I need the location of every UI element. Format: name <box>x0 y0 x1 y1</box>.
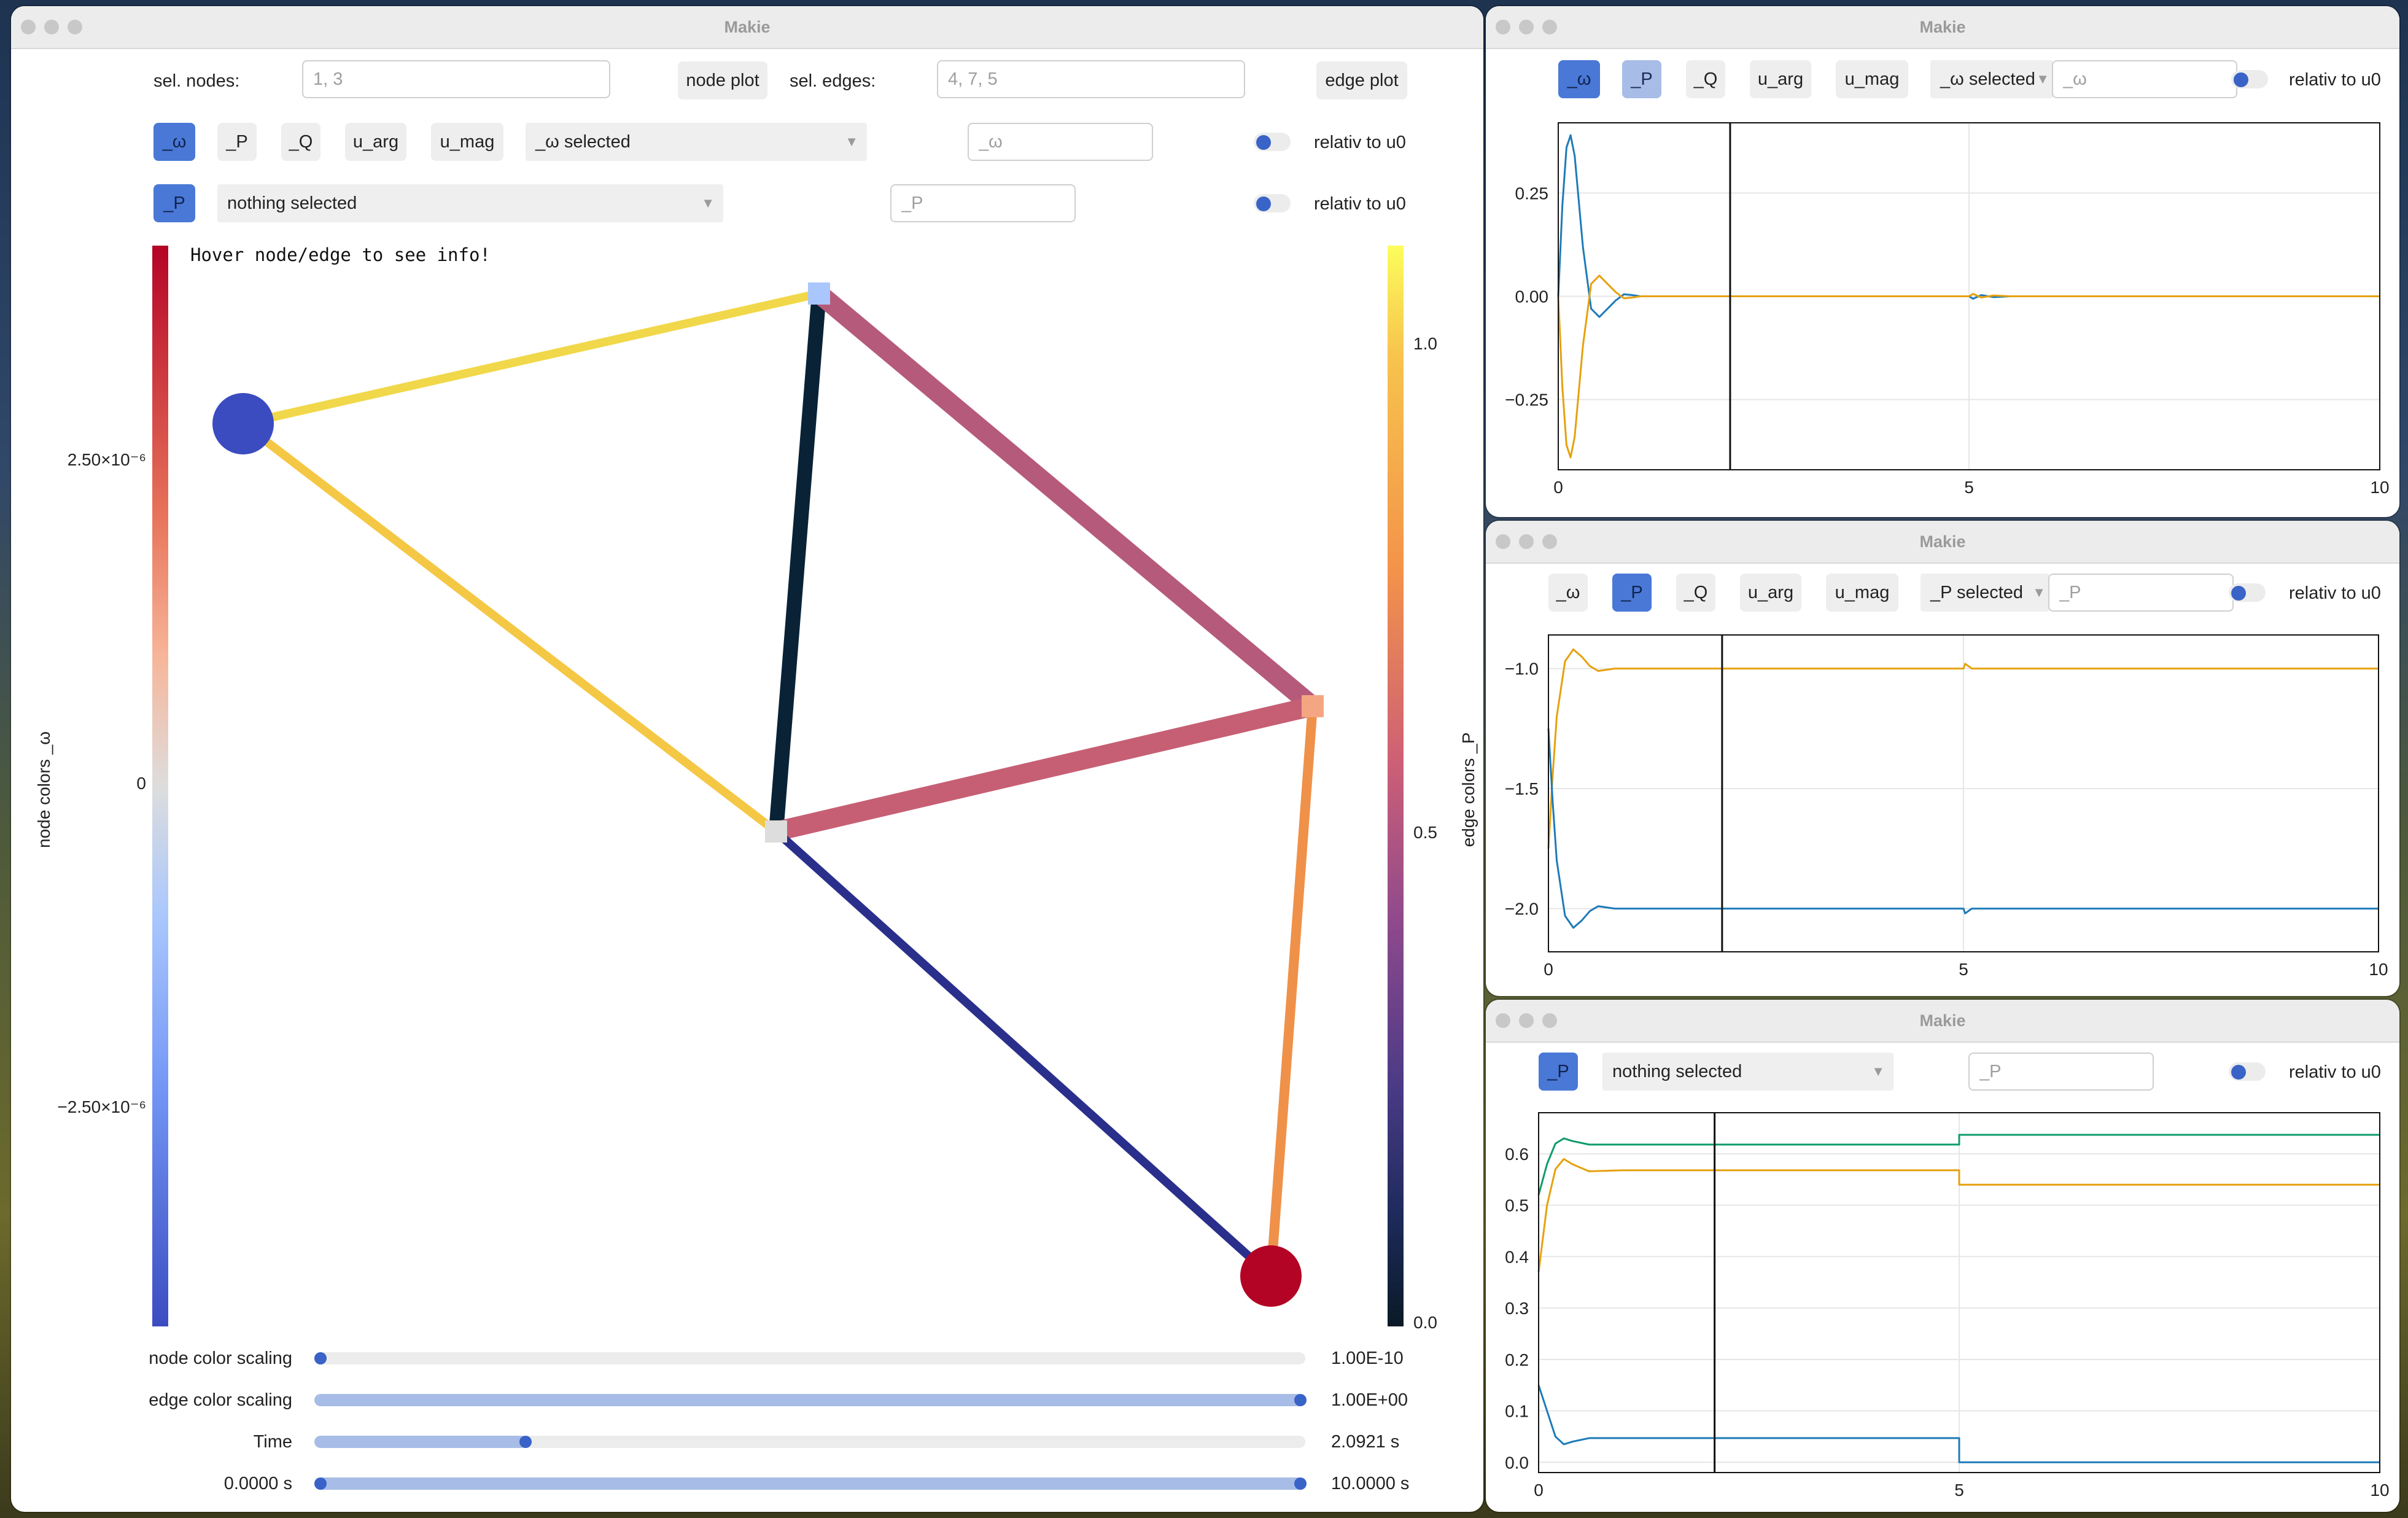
graph-node[interactable] <box>808 282 830 305</box>
slider-handle[interactable] <box>519 1436 532 1448</box>
network-graph[interactable] <box>11 6 1483 1512</box>
graph-edge[interactable] <box>242 289 820 428</box>
slider-fill <box>314 1436 527 1448</box>
time-range-start: 0.0000 s <box>223 1474 292 1493</box>
slider-handle[interactable] <box>1294 1394 1307 1406</box>
main-window: Makie sel. nodes: node plot sel. edges: … <box>11 6 1483 1512</box>
graph-node[interactable] <box>212 393 274 454</box>
x-tick-label: 5 <box>1964 478 1974 497</box>
edge-time-plot[interactable]: 0.0 0.1 0.2 0.3 0.4 0.5 0.6 0 5 10 <box>1486 1000 2399 1512</box>
graph-edge[interactable] <box>773 828 1274 1280</box>
time-range-end: 10.0000 s <box>1331 1474 1410 1493</box>
y-tick-label: 0.25 <box>1515 184 1549 203</box>
y-tick-label: 0.2 <box>1505 1350 1529 1369</box>
omega-plot-window: Makie _ω _P _Q u_arg u_mag _ω selected ▼… <box>1486 6 2399 517</box>
y-tick-label: 0.5 <box>1505 1196 1529 1215</box>
slider-fill <box>314 1394 1305 1406</box>
graph-edge[interactable] <box>774 696 1315 841</box>
y-tick-label: −2.0 <box>1505 900 1539 919</box>
p-plot-window: Makie _ω _P _Q u_arg u_mag _P selected ▼… <box>1486 521 2399 996</box>
node-color-scaling-value: 1.00E-10 <box>1331 1349 1404 1368</box>
graph-edge[interactable] <box>812 286 1319 714</box>
p-time-plot[interactable]: −1.0 −1.5 −2.0 0 5 10 <box>1486 521 2399 996</box>
x-tick-label: 10 <box>2370 1481 2389 1500</box>
edge-color-scaling-value: 1.00E+00 <box>1331 1390 1408 1410</box>
slider-handle[interactable] <box>1294 1477 1307 1490</box>
graph-node[interactable] <box>1302 695 1324 717</box>
y-tick-label: 0.1 <box>1505 1402 1529 1421</box>
y-tick-label: 0.3 <box>1505 1299 1529 1318</box>
slider-fill <box>314 1477 1305 1490</box>
y-tick-label: 0.0 <box>1505 1453 1529 1472</box>
x-tick-label: 0 <box>1544 960 1553 979</box>
y-tick-label: 0.00 <box>1515 287 1549 306</box>
graph-edge[interactable] <box>240 420 779 835</box>
x-tick-label: 0 <box>1553 478 1563 497</box>
time-range-slider[interactable] <box>314 1477 1305 1490</box>
x-tick-label: 10 <box>2369 960 2388 979</box>
time-value: 2.0921 s <box>1331 1432 1400 1452</box>
time-label: Time <box>253 1432 292 1452</box>
edge-color-scaling-slider[interactable] <box>314 1394 1305 1406</box>
node-color-scaling-slider[interactable] <box>314 1352 1305 1364</box>
x-tick-label: 5 <box>1954 1481 1964 1500</box>
omega-time-plot[interactable]: 0.25 0.00 −0.25 0 5 10 <box>1486 6 2399 517</box>
x-tick-label: 0 <box>1534 1481 1544 1500</box>
graph-edge[interactable] <box>769 293 826 832</box>
graph-node[interactable] <box>765 820 787 843</box>
y-tick-label: −1.0 <box>1505 660 1539 679</box>
node-color-scaling-label: node color scaling <box>149 1349 292 1368</box>
x-tick-label: 5 <box>1959 960 1968 979</box>
slider-handle[interactable] <box>314 1352 327 1364</box>
slider-handle[interactable] <box>314 1477 327 1490</box>
y-tick-label: 0.4 <box>1505 1247 1529 1266</box>
edge-plot-window: Makie _P nothing selected ▼ relativ to u… <box>1486 1000 2399 1512</box>
x-tick-label: 10 <box>2370 478 2389 497</box>
y-tick-label: 0.6 <box>1505 1145 1529 1164</box>
time-slider[interactable] <box>314 1436 1305 1448</box>
y-tick-label: −1.5 <box>1505 779 1539 798</box>
y-tick-label: −0.25 <box>1505 391 1548 410</box>
graph-node[interactable] <box>1240 1245 1302 1307</box>
edge-color-scaling-label: edge color scaling <box>149 1390 292 1410</box>
graph-edge[interactable] <box>1266 706 1318 1277</box>
